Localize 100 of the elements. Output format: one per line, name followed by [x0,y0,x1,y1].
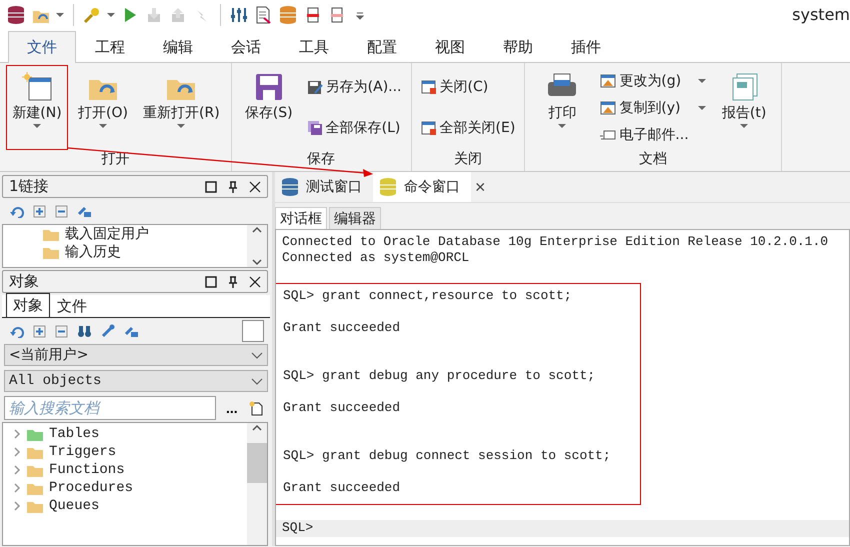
close-button[interactable]: × [471,172,490,202]
chevron-down-icon[interactable] [251,376,263,386]
binoculars-icon[interactable] [77,324,92,338]
tree-item[interactable]: Functions [49,462,125,478]
console-command: SQL> grant debug any procedure to scott; [283,368,596,384]
pin-icon[interactable] [227,276,239,288]
menu-tab[interactable]: 编辑 [144,31,212,62]
new-window-icon[interactable] [21,72,53,102]
ribbon-button[interactable]: 保存(S) [238,65,300,150]
database-icon[interactable] [6,5,26,25]
ribbon-button[interactable]: 更改为(g) [597,68,710,94]
collapse-icon[interactable] [55,204,68,218]
down-chevron-icon[interactable] [251,257,263,267]
document-tab[interactable]: 命令窗口 [373,172,471,202]
pin-icon[interactable] [227,180,239,192]
tree-item[interactable]: Tables [49,426,100,442]
maximize-icon[interactable] [205,276,217,288]
dropdown-value: All objects [9,373,102,389]
menu-tab[interactable]: 配置 [348,31,416,62]
ribbon-button[interactable]: 电子邮件... [597,122,710,148]
folder-icon [43,246,59,258]
up-chevron-icon[interactable] [251,423,263,433]
panel-title: 对象 [9,272,40,291]
picture-icon[interactable] [600,100,616,116]
key-icon[interactable] [83,6,101,24]
tree-item[interactable]: 输入历史 [65,243,121,261]
up-chevron-icon[interactable] [251,225,263,235]
caret-icon [698,78,706,82]
panel-tab[interactable]: 对象 [6,293,50,317]
picture-icon[interactable] [600,72,616,88]
console-line: Connected as system@ORCL [281,250,470,266]
group-label: 关闭 [452,150,483,169]
ribbon-button[interactable]: 全部关闭(E) [418,114,518,141]
caret-icon [177,124,186,128]
tree-item[interactable]: Triggers [49,444,116,460]
expand-icon[interactable] [33,204,46,218]
tree-item[interactable]: Queues [49,498,100,514]
menu-tab[interactable]: 工具 [280,31,348,62]
tree-item[interactable]: 载入固定用户 [65,225,149,243]
menu-tab[interactable]: 会话 [212,31,280,62]
sliders-icon[interactable] [230,6,248,24]
dropdown[interactable]: All objects [4,370,268,392]
more-button[interactable]: ... [224,400,240,416]
caret-icon [99,124,107,128]
panel-tab[interactable]: 文件 [50,295,94,317]
caret-icon [740,124,748,128]
search-field[interactable]: 输入搜索文档 [4,396,216,420]
chevron-down-icon[interactable] [251,350,263,360]
scrollbar[interactable] [247,423,267,545]
window-title: system [792,5,850,24]
menu-tab[interactable]: 文件 [8,31,76,63]
caret-icon [33,124,41,128]
console-command: SQL> grant connect,resource to scott; [283,288,573,304]
ribbon-button[interactable]: 复制到(y) [597,94,710,120]
dropdown[interactable]: <当前用户> [4,344,268,366]
ribbon-button[interactable]: 新建(N) [6,65,68,150]
caret-icon [56,13,64,17]
dropdown-value: <当前用户> [9,346,88,364]
console-output: Grant succeeded [283,400,402,416]
window-close-icon[interactable] [420,79,437,96]
ribbon-button[interactable]: 打开(O) [72,65,134,150]
ribbon-button[interactable]: 报告(t) [713,65,776,150]
console-command: SQL> grant debug connect session to scott; [283,448,612,464]
floppy-stack-icon[interactable] [306,120,323,136]
sub-tab[interactable]: 对话框 [275,207,327,229]
floppy-pencil-icon[interactable] [306,79,323,96]
scrollbar[interactable] [247,225,267,267]
database-icon[interactable] [280,177,300,197]
maximize-icon[interactable] [205,180,217,192]
console-output: Grant succeeded [283,320,402,336]
console-line: Connected to Oracle Database 10g Enterprise Edition Release 10.2.0.1.0 [281,234,830,250]
panel-title: 1链接 [9,177,50,196]
ribbon-button[interactable]: 重新打开(R) [138,65,225,150]
refresh-icon[interactable] [10,324,24,338]
ribbon-button[interactable]: 打印 [531,65,594,150]
ribbon-button[interactable]: 关闭(C) [418,74,518,100]
ribbon-button[interactable]: 全部保存(L) [304,114,405,141]
caret-icon [107,13,115,17]
menu-tab[interactable]: 视图 [416,31,484,62]
ribbon-button[interactable]: 另存为(A)... [304,74,405,100]
menu-tab[interactable]: 工程 [76,31,144,62]
caret-icon [558,124,566,128]
new-document-icon[interactable] [248,400,264,416]
sub-tab[interactable]: 编辑器 [329,207,381,229]
group-label: 保存 [306,150,336,169]
close-icon[interactable] [249,276,261,288]
console-output: Grant succeeded [283,480,402,496]
tree-item[interactable]: Procedures [49,480,134,496]
caret-icon [698,106,706,110]
collapse-icon[interactable] [55,324,68,338]
menu-tab[interactable]: 插件 [552,31,620,62]
color-swatch[interactable] [242,320,264,342]
menu-tab[interactable]: 帮助 [484,31,552,62]
window-close-icon[interactable] [420,120,437,136]
close-icon[interactable] [249,180,261,192]
document-icon[interactable] [254,6,272,24]
refresh-icon[interactable] [10,204,24,218]
expand-icon[interactable] [33,324,46,338]
group-label: 文档 [638,150,668,169]
console-prompt[interactable]: SQL> [276,520,849,537]
